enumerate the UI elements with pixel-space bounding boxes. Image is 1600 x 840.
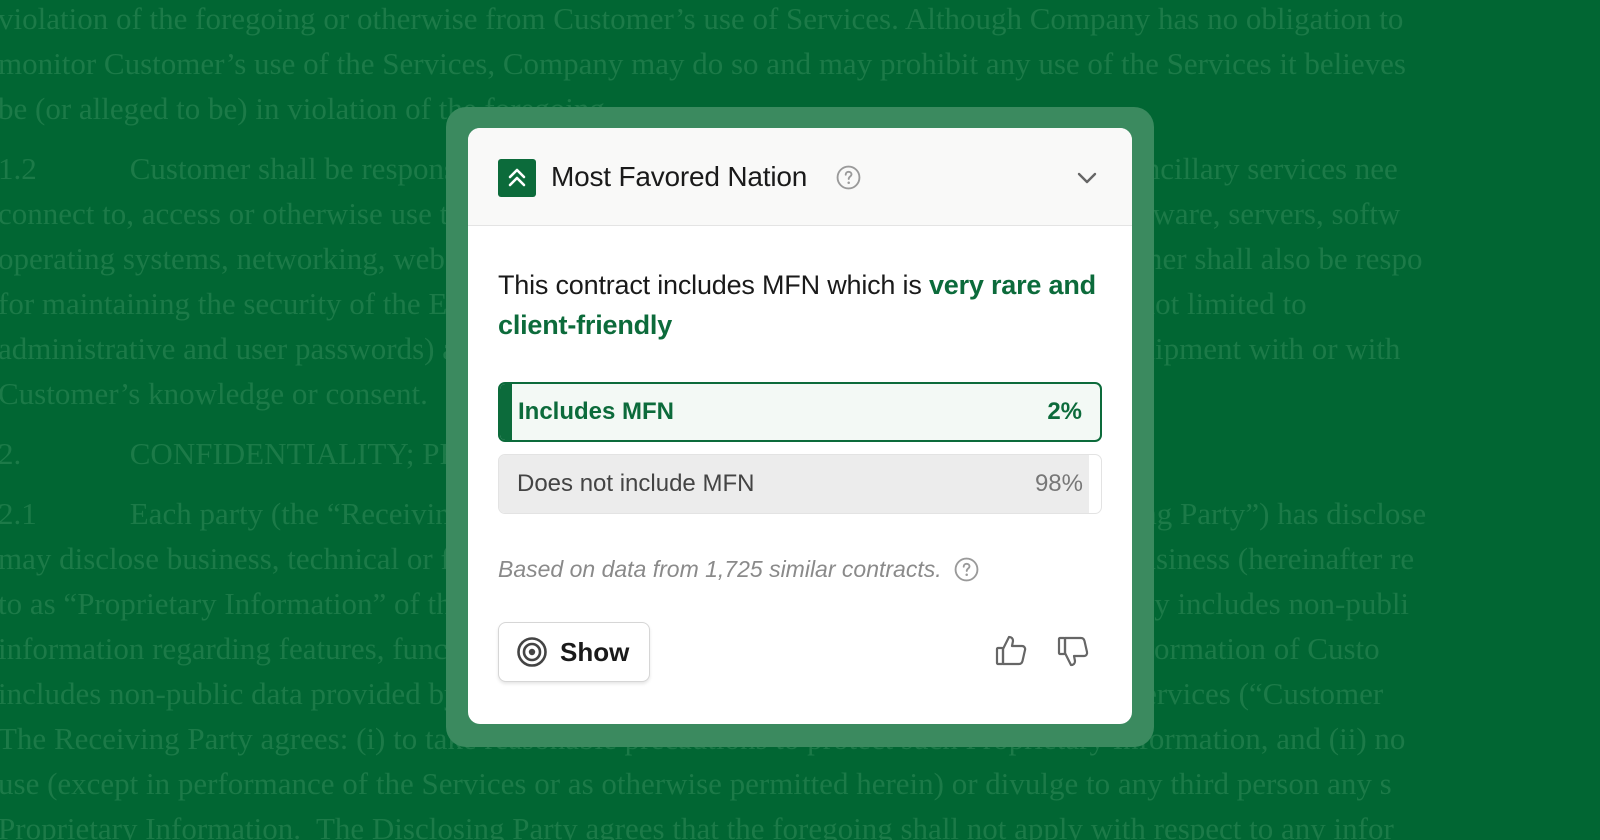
option-percent: 2%: [1047, 398, 1082, 425]
chevron-down-icon[interactable]: [1075, 166, 1099, 190]
help-icon[interactable]: [954, 557, 979, 582]
data-source-note: Based on data from 1,725 similar contrac…: [498, 556, 979, 583]
document-line: monitor Customer’s use of the Services, …: [0, 46, 1406, 81]
option-share-bar: [500, 384, 512, 440]
card-header[interactable]: Most Favored Nation: [468, 128, 1132, 226]
mfn-insight-card: Most Favored Nation This contract includ…: [468, 128, 1132, 724]
show-button-label: Show: [560, 636, 630, 667]
document-line: Proprietary Information. The Disclosing …: [0, 811, 1394, 840]
card-title: Most Favored Nation: [551, 161, 808, 192]
help-icon[interactable]: [836, 165, 861, 190]
target-icon: [517, 637, 547, 667]
option-does-not-include-mfn[interactable]: Does not include MFN 98%: [498, 454, 1102, 514]
option-label: Includes MFN: [518, 398, 675, 425]
document-line: use (except in performance of the Servic…: [0, 766, 1392, 801]
option-label: Does not include MFN: [517, 470, 755, 497]
thumbs-down-icon[interactable]: [1054, 632, 1092, 670]
thumbs-up-icon[interactable]: [992, 632, 1030, 670]
footnote-text: Based on data from 1,725 similar contrac…: [498, 556, 942, 582]
option-includes-mfn[interactable]: Includes MFN 2%: [498, 382, 1102, 442]
option-percent: 98%: [1034, 470, 1083, 497]
headline-text: This contract includes MFN which is: [498, 270, 929, 300]
insight-headline: This contract includes MFN which is very…: [498, 265, 1098, 345]
show-button[interactable]: Show: [498, 622, 650, 682]
document-line: violation of the foregoing or otherwise …: [0, 1, 1404, 36]
double-chevron-up-icon: [498, 159, 536, 197]
